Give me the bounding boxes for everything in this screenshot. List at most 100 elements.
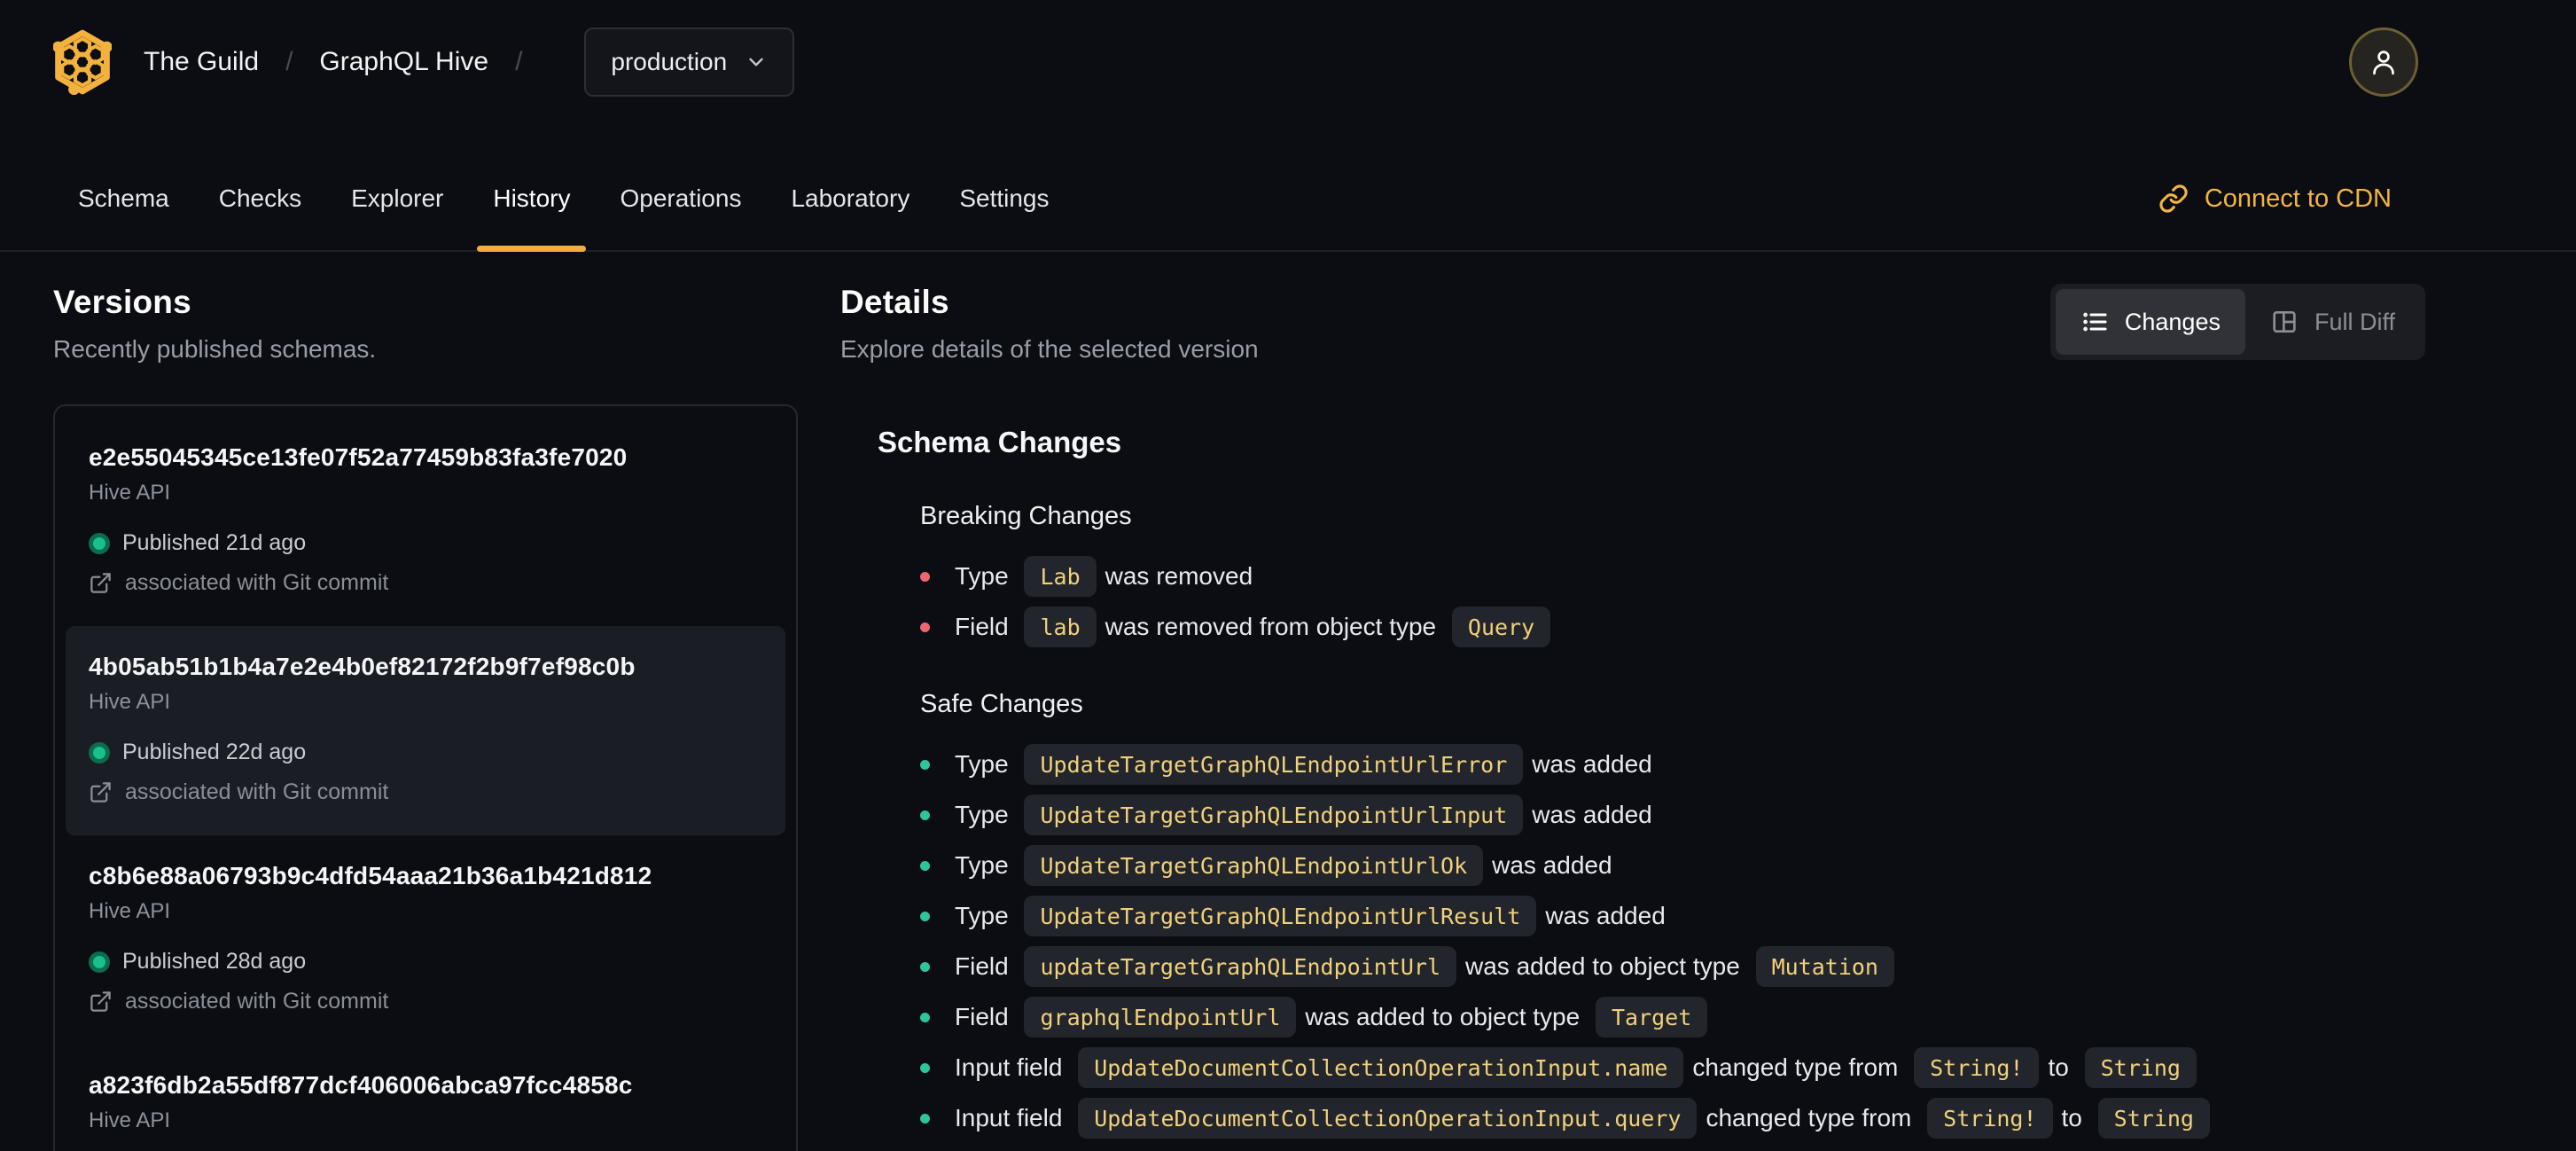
- link-icon: [2159, 184, 2188, 213]
- safe-bullet-dot: [920, 1062, 930, 1073]
- version-git-label: associated with Git commit: [125, 989, 389, 1014]
- schema-code-chip: UpdateDocumentCollectionOperationInput.n…: [1078, 1047, 1684, 1088]
- split-columns-icon: [2273, 311, 2296, 333]
- version-list: e2e55045345ce13fe07f52a77459b83fa3fe7020…: [53, 404, 798, 1151]
- schema-code-chip: graphqlEndpointUrl: [1024, 997, 1297, 1037]
- published-status-dot: [89, 532, 110, 554]
- change-text: Field: [955, 952, 1016, 980]
- changes-view-label: Changes: [2124, 308, 2221, 335]
- nav-tabs: Schema Checks Explorer History Operations Lab…: [53, 147, 1074, 252]
- change-item: Input field UpdateDocumentCollectionOper…: [920, 1098, 2425, 1139]
- version-git-label: associated with Git commit: [125, 570, 389, 595]
- change-group-breaking: Breaking Changes Type Lab was removed Fiel…: [878, 502, 2425, 647]
- change-text: Type: [955, 562, 1016, 590]
- change-text: to: [2048, 1053, 2076, 1081]
- change-group-title: Safe Changes: [920, 690, 1083, 718]
- change-text: Input field: [955, 1053, 1070, 1081]
- safe-bullet-dot: [920, 961, 930, 972]
- view-toggle: Changes Full Diff: [2049, 284, 2425, 360]
- list-icon: [2083, 312, 2107, 332]
- change-group-title: Breaking Changes: [920, 502, 1132, 530]
- schema-changes-title: Schema Changes: [878, 426, 1122, 458]
- version-service: Hive API: [89, 899, 171, 923]
- change-item: Type UpdateTargetGraphQLEndpointUrlResul…: [920, 896, 2425, 936]
- hive-logo-icon: [53, 29, 112, 95]
- details-pane: Details Explore details of the selected …: [840, 284, 2425, 1151]
- version-published: Published 21d ago: [122, 530, 307, 555]
- change-text: changed type from: [1692, 1053, 1906, 1081]
- tab-schema[interactable]: Schema: [53, 147, 194, 250]
- schema-code-chip: String: [2084, 1047, 2197, 1088]
- change-text: to: [2061, 1104, 2089, 1131]
- change-text: Field: [955, 1003, 1016, 1030]
- schema-code-chip: Mutation: [1755, 946, 1894, 987]
- change-text: Field: [955, 613, 1016, 640]
- change-text: was added: [1532, 801, 1659, 828]
- version-card[interactable]: 4b05ab51b1b4a7e2e4b0ef82172f2b9f7ef98c0b…: [66, 626, 785, 835]
- schema-code-chip: String: [2097, 1098, 2210, 1139]
- schema-code-chip: String!: [1914, 1047, 2040, 1088]
- target-select-value: production: [611, 48, 728, 75]
- published-status-dot: [89, 951, 110, 973]
- tab-checks[interactable]: Checks: [194, 147, 326, 250]
- tab-laboratory[interactable]: Laboratory: [766, 147, 934, 250]
- connect-to-cdn-button[interactable]: Connect to CDN: [2158, 184, 2392, 214]
- versions-title: Versions: [53, 284, 191, 320]
- change-text: Type: [955, 902, 1016, 929]
- details-subtitle: Explore details of the selected version: [840, 335, 1259, 363]
- version-service: Hive API: [89, 1108, 171, 1132]
- changes-view-button[interactable]: Changes: [2055, 289, 2245, 355]
- version-hash: 4b05ab51b1b4a7e2e4b0ef82172f2b9f7ef98c0b: [89, 653, 636, 680]
- schema-code-chip: updateTargetGraphQLEndpointUrl: [1024, 946, 1457, 987]
- target-select-dropdown[interactable]: production: [584, 27, 795, 97]
- schema-change-groups: Breaking Changes Type Lab was removed Fiel…: [878, 502, 2425, 1139]
- change-text: Type: [955, 851, 1016, 879]
- details-header: Details Explore details of the selected …: [840, 284, 2425, 364]
- version-published-row: Published 21d ago: [89, 530, 762, 556]
- version-git-row[interactable]: associated with Git commit: [89, 989, 762, 1014]
- full-diff-view-label: Full Diff: [2314, 308, 2395, 335]
- schema-code-chip: UpdateTargetGraphQLEndpointUrlResult: [1024, 896, 1537, 936]
- tab-settings[interactable]: Settings: [934, 147, 1073, 250]
- safe-bullet-dot: [920, 1012, 930, 1022]
- change-list: Type UpdateTargetGraphQLEndpointUrlError…: [920, 744, 2425, 1139]
- user-avatar-button[interactable]: [2349, 27, 2418, 97]
- change-group-safe: Safe Changes Type UpdateTargetGraphQLEndp…: [878, 690, 2425, 1139]
- tab-explorer[interactable]: Explorer: [326, 147, 468, 250]
- change-item: Field updateTargetGraphQLEndpointUrl was …: [920, 946, 2425, 987]
- change-item: Input field UpdateDocumentCollectionOper…: [920, 1047, 2425, 1088]
- tab-operations[interactable]: Operations: [595, 147, 766, 250]
- schema-code-chip: Query: [1451, 607, 1551, 647]
- full-diff-view-button[interactable]: Full Diff: [2245, 289, 2420, 355]
- version-published: Published 22d ago: [122, 740, 307, 764]
- change-text: Input field: [955, 1104, 1070, 1131]
- safe-bullet-dot: [920, 911, 930, 921]
- versions-pane: Versions Recently published schemas. e2e…: [53, 284, 798, 1151]
- version-service: Hive API: [89, 690, 171, 714]
- change-item: Type UpdateTargetGraphQLEndpointUrlInput…: [920, 795, 2425, 835]
- change-text: changed type from: [1706, 1104, 1919, 1131]
- external-link-icon: [90, 573, 111, 593]
- safe-bullet-dot: [920, 759, 930, 770]
- change-text: Type: [955, 750, 1016, 778]
- version-git-row[interactable]: associated with Git commit: [89, 779, 762, 805]
- version-card[interactable]: a823f6db2a55df877dcf406006abca97fcc4858c…: [66, 1045, 785, 1151]
- version-card[interactable]: c8b6e88a06793b9c4dfd54aaa21b36a1b421d812…: [66, 835, 785, 1045]
- change-item: Type UpdateTargetGraphQLEndpointUrlError…: [920, 744, 2425, 785]
- header-top-row: The Guild / GraphQL Hive / production: [0, 20, 2576, 105]
- breadcrumb-org[interactable]: The Guild: [144, 47, 259, 77]
- version-card[interactable]: e2e55045345ce13fe07f52a77459b83fa3fe7020…: [66, 417, 785, 626]
- version-git-label: associated with Git commit: [125, 779, 389, 804]
- tab-history[interactable]: History: [468, 147, 595, 252]
- breadcrumb-project[interactable]: GraphQL Hive: [319, 47, 488, 77]
- version-git-row[interactable]: associated with Git commit: [89, 570, 762, 596]
- change-text: was added to object type: [1305, 1003, 1587, 1030]
- schema-code-chip: UpdateDocumentCollectionOperationInput.q…: [1078, 1098, 1698, 1139]
- schema-code-chip: String!: [1927, 1098, 2053, 1139]
- breadcrumb: The Guild / GraphQL Hive /: [144, 47, 549, 77]
- external-link-icon: [90, 782, 111, 803]
- version-published: Published 28d ago: [122, 949, 307, 974]
- change-item: Field graphqlEndpointUrl was added to obj…: [920, 997, 2425, 1037]
- schema-code-chip: lab: [1024, 607, 1097, 647]
- details-title: Details: [840, 284, 949, 320]
